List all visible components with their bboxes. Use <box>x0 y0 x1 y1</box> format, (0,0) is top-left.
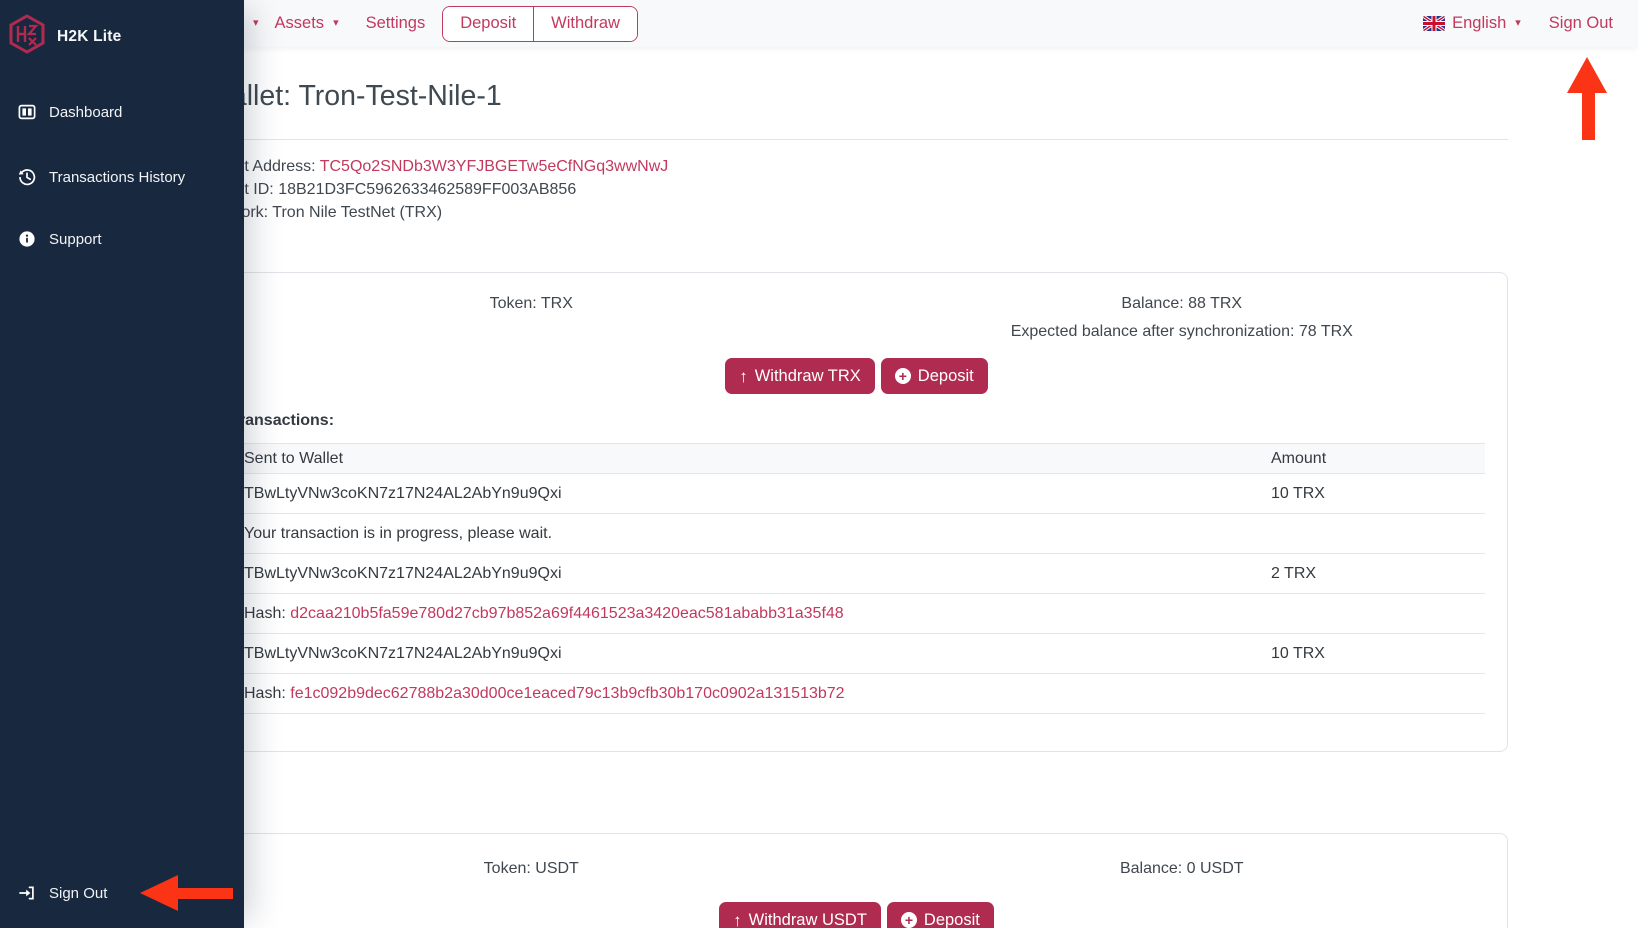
sign-out-link-top[interactable]: Sign Out <box>1549 14 1613 33</box>
amount-cell <box>1257 514 1485 554</box>
wallet-id-line: Wallet ID: 18B21D3FC5962633462589FF003AB… <box>205 178 668 201</box>
sidebar-item-support[interactable]: Support <box>0 223 244 255</box>
usdt-token-row: Token: USDT Balance: 0 USDT <box>206 860 1507 878</box>
table-row: Hash: fe1c092b9dec62788b2a30d00ce1eaced7… <box>230 674 1485 714</box>
brand[interactable]: H2K Lite <box>8 14 121 59</box>
divider <box>205 139 1508 140</box>
sidebar-item-label: Dashboard <box>49 104 122 121</box>
settings-link[interactable]: Settings <box>366 14 426 33</box>
deposit-withdraw-group: Deposit Withdraw <box>442 6 638 42</box>
uk-flag-icon <box>1423 16 1445 31</box>
wallet-info: Wallet Address: TC5Qo2SNDb3W3YFJBGETw5eC… <box>205 155 668 224</box>
sidebar-item-label: Support <box>49 231 102 248</box>
info-icon <box>18 230 36 248</box>
sidebar-item-label: Transactions History <box>49 169 185 186</box>
deposit-trx-label: Deposit <box>918 367 974 386</box>
amount-cell: 10 TRX <box>1257 634 1485 674</box>
hash-label: Hash: <box>244 685 290 702</box>
top-bar: ▾ Assets ▾ Settings Deposit Withdraw Eng… <box>0 0 1638 47</box>
withdraw-button[interactable]: Withdraw <box>534 7 637 41</box>
sent-to-wallet-cell: TBwLtyVNw3coKN7z17N24AL2AbYn9u9Qxi <box>230 634 1257 674</box>
sidebar-item-transactions-history[interactable]: Transactions History <box>0 161 244 193</box>
network-value: Tron Nile TestNet (TRX) <box>272 204 442 221</box>
trx-balance-label: Balance: 88 TRX <box>857 295 1508 313</box>
withdraw-trx-button[interactable]: ↑ Withdraw TRX <box>725 358 875 394</box>
chevron-down-icon: ▾ <box>1515 18 1521 29</box>
sidebar-item-label: Sign Out <box>49 885 107 902</box>
wallet-address-link[interactable]: TC5Qo2SNDb3W3YFJBGETw5eCfNGq3wwNwJ <box>320 158 669 175</box>
language-label[interactable]: English <box>1452 14 1506 33</box>
arrow-up-icon: ↑ <box>739 368 748 385</box>
withdraw-usdt-button[interactable]: ↑ Withdraw USDT <box>719 902 881 928</box>
amount-cell: 10 TRX <box>1257 474 1485 514</box>
network-line: Network: Tron Nile TestNet (TRX) <box>205 201 668 224</box>
sent-to-wallet-cell: TBwLtyVNw3coKN7z17N24AL2AbYn9u9Qxi <box>230 474 1257 514</box>
top-nav: ▾ Assets ▾ Settings Deposit Withdraw <box>253 0 638 47</box>
trx-token-row: Token: TRX Balance: 88 TRX <box>206 295 1507 313</box>
sent-to-wallet-cell: Hash: d2caa210b5fa59e780d27cb97b852a69f4… <box>230 594 1257 634</box>
usdt-actions: ↑ Withdraw USDT + Deposit <box>206 902 1507 928</box>
assets-link[interactable]: Assets <box>275 14 325 33</box>
hidden-nav-caret-icon: ▾ <box>253 18 259 29</box>
usdt-token-card: Token: USDT Balance: 0 USDT ↑ Withdraw U… <box>205 833 1508 928</box>
amount-cell: 2 TRX <box>1257 554 1485 594</box>
wallet-id-value: 18B21D3FC5962633462589FF003AB856 <box>278 181 576 198</box>
language-selector[interactable]: English ▾ <box>1452 14 1521 33</box>
withdraw-trx-label: Withdraw TRX <box>755 367 861 386</box>
amount-cell <box>1257 594 1485 634</box>
trx-token-card: Token: TRX Balance: 88 TRX Expected bala… <box>205 272 1508 752</box>
sidebar-item-sign-out[interactable]: Sign Out <box>0 877 244 909</box>
annotation-arrow-up <box>1567 57 1607 140</box>
deposit-button[interactable]: Deposit <box>443 7 534 41</box>
plus-circle-icon: + <box>901 912 917 928</box>
nav-assets[interactable]: Assets ▾ <box>275 14 339 33</box>
brand-name: H2K Lite <box>57 28 121 46</box>
withdraw-usdt-label: Withdraw USDT <box>749 911 867 928</box>
transactions-table: Sent to Wallet Amount TBwLtyVNw3coKN7z17… <box>230 443 1485 714</box>
sent-to-wallet-cell: TBwLtyVNw3coKN7z17N24AL2AbYn9u9Qxi <box>230 554 1257 594</box>
hash-link[interactable]: d2caa210b5fa59e780d27cb97b852a69f4461523… <box>290 605 843 622</box>
sent-to-wallet-cell: Hash: fe1c092b9dec62788b2a30d00ce1eaced7… <box>230 674 1257 714</box>
top-nav-right: English ▾ Sign Out <box>1423 0 1613 47</box>
sidebar: H2K Lite Dashboard Transactions History <box>0 0 244 928</box>
table-row: Your transaction is in progress, please … <box>230 514 1485 554</box>
table-row: Hash: d2caa210b5fa59e780d27cb97b852a69f4… <box>230 594 1485 634</box>
table-row: TBwLtyVNw3coKN7z17N24AL2AbYn9u9Qxi10 TRX <box>230 634 1485 674</box>
table-row: TBwLtyVNw3coKN7z17N24AL2AbYn9u9Qxi10 TRX <box>230 474 1485 514</box>
page-title: Wallet: Tron-Test-Nile-1 <box>205 80 502 113</box>
sent-to-wallet-header: Sent to Wallet <box>230 444 1257 474</box>
hash-label: Hash: <box>244 605 290 622</box>
amount-cell <box>1257 674 1485 714</box>
history-icon <box>18 168 36 186</box>
plus-circle-icon: + <box>895 368 911 384</box>
trx-expected-balance: Expected balance after synchronization: … <box>857 323 1508 341</box>
hash-link[interactable]: fe1c092b9dec62788b2a30d00ce1eaced79c13b9… <box>290 685 844 702</box>
deposit-trx-button[interactable]: + Deposit <box>881 358 988 394</box>
wallet-address-line: Wallet Address: TC5Qo2SNDb3W3YFJBGETw5eC… <box>205 155 668 178</box>
trx-token-label: Token: TRX <box>206 295 857 313</box>
usdt-token-label: Token: USDT <box>206 860 857 878</box>
usdt-balance-label: Balance: 0 USDT <box>857 860 1508 878</box>
sidebar-item-dashboard[interactable]: Dashboard <box>0 96 244 128</box>
amount-header: Amount <box>1257 444 1485 474</box>
dashboard-icon <box>18 103 36 121</box>
chevron-down-icon: ▾ <box>333 18 339 29</box>
sent-to-wallet-cell: Your transaction is in progress, please … <box>230 514 1257 554</box>
deposit-usdt-button[interactable]: + Deposit <box>887 902 994 928</box>
table-row: TBwLtyVNw3coKN7z17N24AL2AbYn9u9Qxi2 TRX <box>230 554 1485 594</box>
trx-actions: ↑ Withdraw TRX + Deposit <box>206 358 1507 394</box>
h2k-logo-icon <box>8 14 46 59</box>
sign-out-icon <box>18 884 36 902</box>
table-header-row: Sent to Wallet Amount <box>230 444 1485 474</box>
transactions-heading: Transactions: <box>230 412 334 430</box>
arrow-up-icon: ↑ <box>733 912 742 928</box>
deposit-usdt-label: Deposit <box>924 911 980 928</box>
